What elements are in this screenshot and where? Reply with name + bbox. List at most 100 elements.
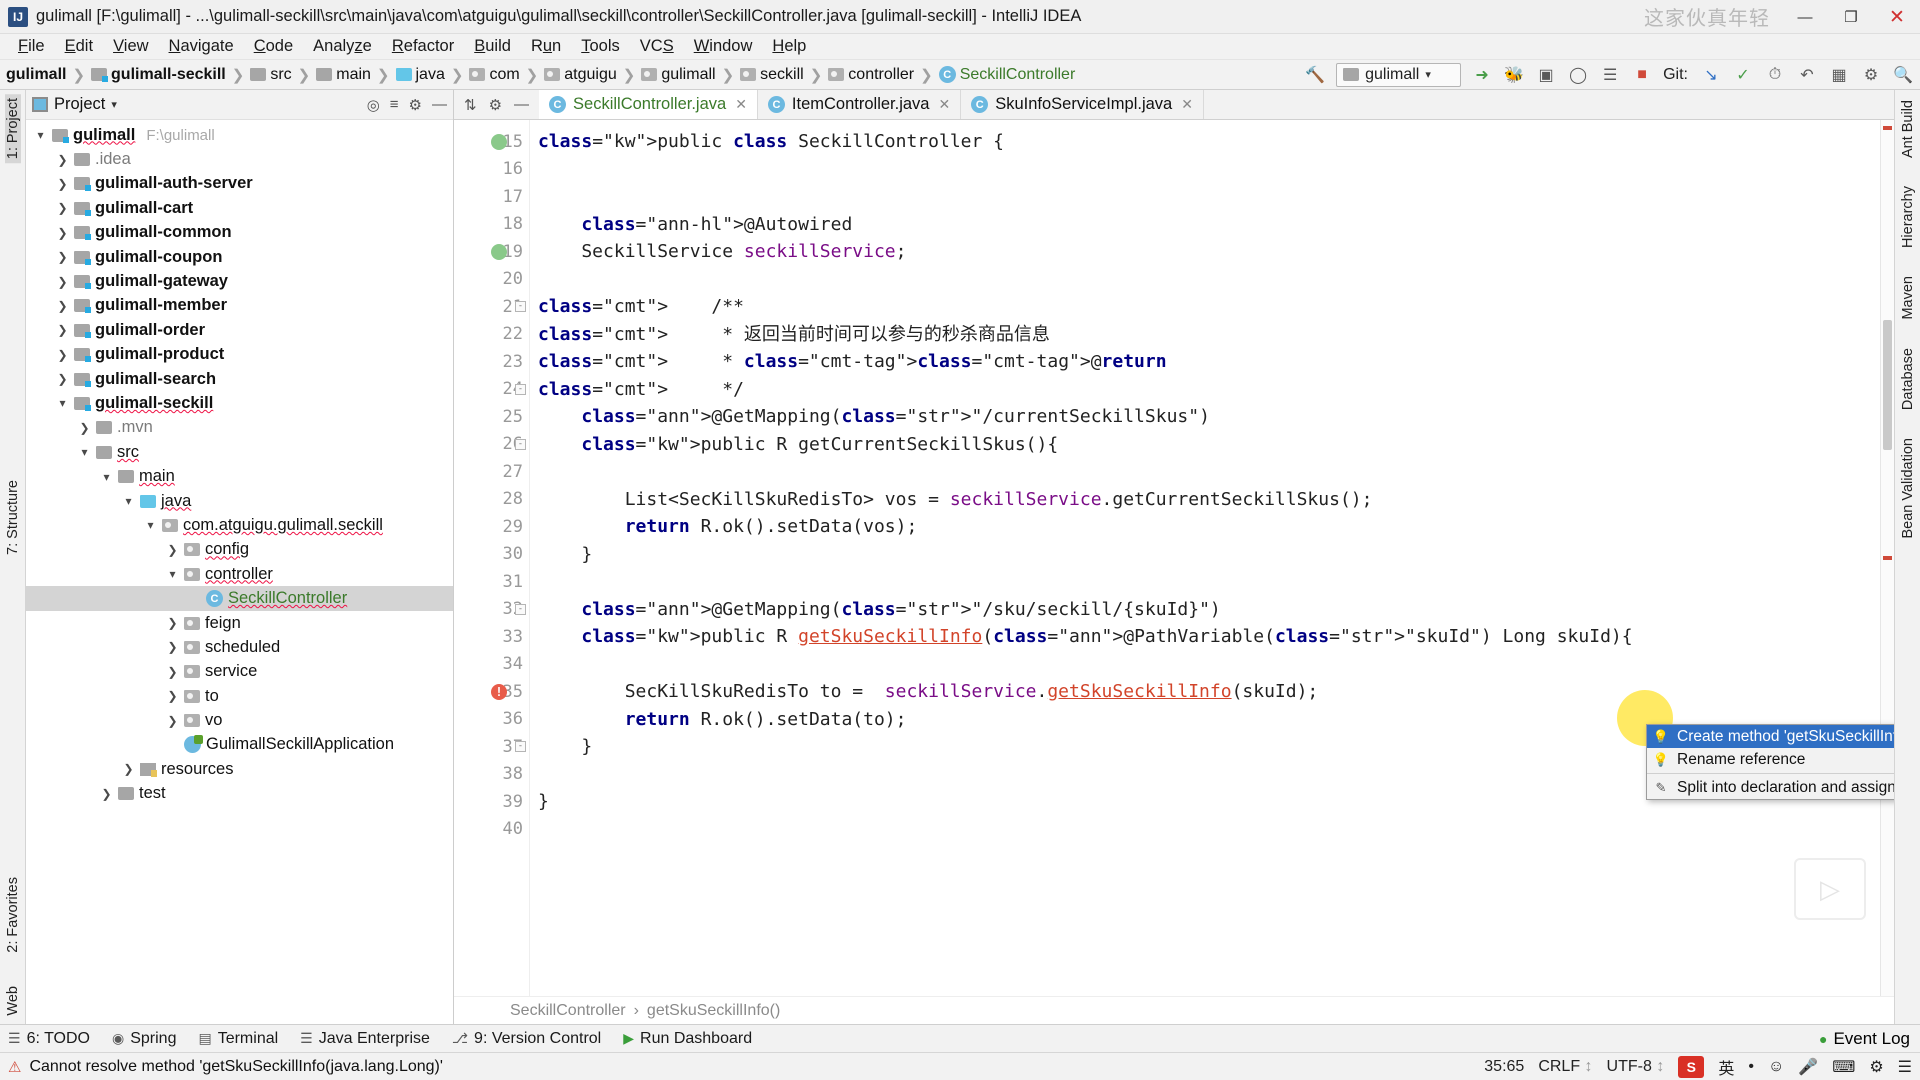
line-separator[interactable]: CRLF ↕	[1538, 1058, 1592, 1076]
editor-tab-skuinfoserviceimpl[interactable]: C SkuInfoServiceImpl.java ✕	[961, 90, 1204, 119]
sidebar-item-project[interactable]: 1: Project	[4, 94, 21, 164]
gutter-line-31[interactable]: 31	[454, 568, 529, 596]
tree-node[interactable]: ❯ gulimall-product	[26, 343, 453, 367]
run-configuration-selector[interactable]: gulimall ▾	[1336, 62, 1462, 87]
chevron-right-icon[interactable]: ❯	[56, 348, 69, 362]
gutter-line-20[interactable]: 20	[454, 266, 529, 294]
settings-icon[interactable]: ⚙	[1869, 1057, 1883, 1077]
tree-node[interactable]: ❯ vo	[26, 708, 453, 732]
sort-icon[interactable]: ⇅	[464, 96, 477, 114]
code-line[interactable]: class="cmt"> /**	[538, 293, 1880, 321]
tree-node[interactable]: ❯ gulimall-member	[26, 294, 453, 318]
close-icon[interactable]: ✕	[1181, 96, 1193, 113]
code-fold-icon[interactable]: -	[515, 438, 526, 450]
close-button[interactable]: ✕	[1874, 0, 1920, 34]
tree-node[interactable]: ❯ gulimall-order	[26, 318, 453, 342]
hide-icon[interactable]: —	[514, 96, 529, 113]
code-line[interactable]	[538, 266, 1880, 294]
menu-view[interactable]: View	[103, 35, 158, 58]
gutter-line-30[interactable]: 30	[454, 541, 529, 569]
collapse-all-icon[interactable]: ≡	[390, 96, 399, 113]
code-fold-icon[interactable]: -	[515, 741, 526, 753]
profiler-icon[interactable]: ◯	[1567, 65, 1589, 85]
error-gutter-icon[interactable]: !	[491, 683, 507, 700]
tree-node[interactable]: ❯ config	[26, 538, 453, 562]
code-line[interactable]: SeckillService seckillService;	[538, 238, 1880, 266]
chevron-right-icon[interactable]: ❯	[56, 226, 69, 240]
chevron-down-icon[interactable]: ▾	[78, 445, 91, 459]
tool-window-run-dashboard[interactable]: ▶ Run Dashboard	[623, 1030, 752, 1048]
tree-node[interactable]: ❯ scheduled	[26, 635, 453, 659]
menu-edit[interactable]: Edit	[55, 35, 103, 58]
tool-window-6-todo[interactable]: ☰ 6: TODO	[8, 1030, 90, 1048]
tree-node[interactable]: ▾ java	[26, 489, 453, 513]
git-commit-icon[interactable]: ✓	[1732, 65, 1754, 85]
code-line[interactable]: class="kw">public class SeckillControlle…	[538, 128, 1880, 156]
search-everywhere-icon[interactable]: 🔍	[1892, 65, 1914, 85]
code-content[interactable]: class="kw">public class SeckillControlle…	[530, 120, 1880, 996]
chevron-right-icon[interactable]: ❯	[56, 153, 69, 167]
tree-node[interactable]: ❯ feign	[26, 611, 453, 635]
select-in-icon[interactable]: ▦	[1828, 65, 1850, 85]
popup-menu-item[interactable]: 💡 Create method 'getSkuSeckillInfo' in 'S…	[1647, 725, 1894, 748]
chevron-down-icon[interactable]: ▾	[34, 128, 47, 142]
error-stripe-mark[interactable]	[1883, 126, 1892, 130]
menu-tools[interactable]: Tools	[571, 35, 630, 58]
tree-node[interactable]: ❯ .mvn	[26, 416, 453, 440]
code-fold-icon[interactable]: -	[515, 603, 526, 615]
debug-icon[interactable]: 🐝	[1503, 65, 1525, 85]
tree-node[interactable]: ❯ .idea	[26, 147, 453, 171]
maximize-button[interactable]: ❐	[1828, 0, 1874, 34]
chevron-right-icon[interactable]: ❯	[56, 299, 69, 313]
gutter-line-25[interactable]: 25	[454, 403, 529, 431]
breadcrumb-item-com[interactable]: com	[469, 66, 520, 84]
chevron-down-icon[interactable]: ▾	[166, 567, 179, 581]
breadcrumb-item-gulimall[interactable]: gulimall	[6, 66, 66, 84]
attach-debug-icon[interactable]: ☰	[1599, 65, 1621, 85]
editor-tab-itemcontroller[interactable]: C ItemController.java ✕	[757, 90, 962, 119]
sidebar-item-ant-build[interactable]: Ant Build	[1900, 96, 1916, 162]
ime-language-label[interactable]: 英	[1718, 1055, 1734, 1079]
close-icon[interactable]: ✕	[735, 96, 747, 113]
tree-node[interactable]: ❯ gulimall-coupon	[26, 245, 453, 269]
gutter-line-26[interactable]: -26	[454, 431, 529, 459]
chevron-down-icon[interactable]: ▾	[100, 470, 113, 484]
settings-gear-icon[interactable]: ⚙	[1860, 65, 1882, 85]
project-tree[interactable]: ▾ gulimall F:\gulimall ❯ .idea ❯ gulimall-auth…	[26, 120, 453, 1024]
popup-menu-item[interactable]: 💡Rename reference▸	[1647, 748, 1894, 771]
gutter-line-38[interactable]: 38	[454, 761, 529, 789]
stop-icon[interactable]: ■	[1631, 66, 1653, 84]
locate-icon[interactable]: ◎	[367, 96, 380, 114]
run-coverage-icon[interactable]: ▣	[1535, 65, 1557, 85]
tree-node[interactable]: ❯ resources	[26, 757, 453, 781]
popup-menu-item[interactable]: ✎Split into declaration and assignment▸	[1647, 776, 1894, 799]
breadcrumb-item-seckillcontroller[interactable]: C SeckillController	[938, 66, 1075, 84]
file-encoding[interactable]: UTF-8 ↕	[1607, 1058, 1665, 1076]
sidebar-item-structure[interactable]: 7: Structure	[5, 476, 21, 559]
breadcrumb-item-main[interactable]: main	[316, 66, 371, 84]
chevron-right-icon[interactable]: ❯	[166, 714, 179, 728]
breadcrumb-class[interactable]: SeckillController	[510, 1002, 626, 1020]
gutter-line-17[interactable]: 17	[454, 183, 529, 211]
tool-window-9-version-control[interactable]: ⎇ 9: Version Control	[452, 1030, 601, 1048]
code-line[interactable]: return R.ok().setData(vos);	[538, 513, 1880, 541]
menu-vcs[interactable]: VCS	[630, 35, 684, 58]
chevron-right-icon[interactable]: ❯	[56, 201, 69, 215]
gutter-line-16[interactable]: 16	[454, 156, 529, 184]
chevron-right-icon[interactable]: ❯	[56, 372, 69, 386]
minimize-button[interactable]: —	[1782, 0, 1828, 34]
code-line[interactable]: class="ann">@GetMapping(class="str">"/cu…	[538, 403, 1880, 431]
sidebar-item-database[interactable]: Database	[1900, 344, 1916, 414]
gutter-line-36[interactable]: 36	[454, 706, 529, 734]
punctuation-icon[interactable]: •	[1748, 1058, 1754, 1076]
menu-navigate[interactable]: Navigate	[159, 35, 244, 58]
chevron-right-icon[interactable]: ❯	[166, 616, 179, 630]
code-line[interactable]	[538, 458, 1880, 486]
menu-analyze[interactable]: Analyze	[303, 35, 382, 58]
code-line[interactable]	[538, 651, 1880, 679]
code-line[interactable]: class="cmt"> * 返回当前时间可以参与的秒杀商品信息	[538, 321, 1880, 349]
tree-node[interactable]: ❯ gulimall-gateway	[26, 269, 453, 293]
tree-node[interactable]: ▾ gulimall F:\gulimall	[26, 123, 453, 147]
sidebar-item-favorites[interactable]: 2: Favorites	[5, 873, 21, 957]
git-update-icon[interactable]: ↘	[1700, 65, 1722, 85]
